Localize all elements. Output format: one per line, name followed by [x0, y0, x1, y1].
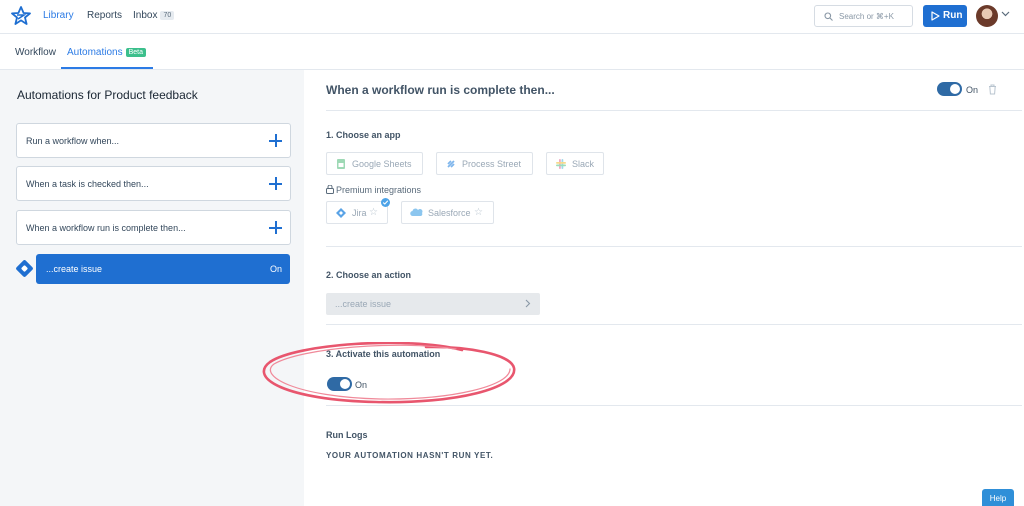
star-icon[interactable]: ☆ [474, 208, 483, 218]
trigger-card-label: Run a workflow when... [26, 136, 120, 146]
selected-automation-create-issue[interactable]: ...create issue On [36, 254, 290, 284]
tab-automations-label: Automations [67, 47, 123, 58]
nav-reports[interactable]: Reports [87, 10, 122, 21]
inbox-count-badge: 70 [160, 11, 175, 20]
trigger-card-label: When a workflow run is complete then... [26, 223, 186, 233]
app-label: Process Street [462, 159, 522, 169]
run-button-label: Run [943, 10, 963, 21]
tab-automations[interactable]: Automations Beta [67, 47, 146, 58]
trigger-card-label: When a task is checked then... [26, 179, 149, 189]
jira-icon [15, 259, 34, 278]
divider [326, 246, 1022, 247]
action-select[interactable]: ...create issue [326, 293, 540, 315]
step-2-heading: 2. Choose an action [326, 270, 412, 280]
automation-toggle-label: On [966, 85, 979, 95]
automation-detail: When a workflow run is complete then... … [262, 70, 1024, 506]
automations-sidebar: Automations for Product feedback Run a w… [0, 70, 304, 506]
process-street-logo-icon[interactable] [11, 6, 31, 26]
selected-automation-label: ...create issue [46, 264, 103, 274]
app-label: Salesforce [428, 208, 471, 218]
app-jira[interactable]: Jira ☆ [326, 201, 388, 224]
app-label: Google Sheets [352, 159, 412, 169]
divider [326, 324, 1022, 325]
selected-automation-state: On [269, 264, 282, 274]
premium-integrations-label: Premium integrations [326, 184, 422, 195]
user-avatar[interactable] [976, 5, 998, 27]
trash-icon[interactable] [988, 84, 997, 95]
check-icon [381, 198, 390, 207]
slack-icon [556, 159, 566, 169]
trigger-card-task-checked[interactable]: When a task is checked then... [16, 166, 291, 201]
plus-icon[interactable] [269, 177, 282, 190]
app-google-sheets[interactable]: Google Sheets [326, 152, 423, 175]
search-input[interactable]: Search or ⌘+K [814, 5, 913, 27]
trigger-card-run-complete[interactable]: When a workflow run is complete then... [16, 210, 291, 245]
premium-integrations-text: Premium integrations [336, 185, 422, 195]
lock-icon [326, 184, 334, 194]
trigger-card-run-workflow[interactable]: Run a workflow when... [16, 123, 291, 158]
salesforce-icon [410, 208, 423, 217]
automation-toggle[interactable] [937, 82, 962, 96]
active-tab-indicator [61, 67, 153, 69]
plus-icon[interactable] [269, 134, 282, 147]
top-navbar: Library Reports Inbox 70 Search or ⌘+K Ru… [0, 0, 1024, 34]
action-select-value: ...create issue [335, 299, 392, 309]
nav-library[interactable]: Library [43, 10, 74, 21]
search-icon [824, 12, 833, 21]
beta-badge: Beta [125, 48, 146, 57]
plus-icon[interactable] [269, 221, 282, 234]
star-icon[interactable]: ☆ [369, 208, 378, 218]
run-button[interactable]: Run [923, 5, 967, 27]
step-1-heading: 1. Choose an app [326, 130, 401, 140]
app-slack[interactable]: Slack [546, 152, 604, 175]
google-sheets-icon [337, 159, 345, 169]
detail-title: When a workflow run is complete then... [326, 83, 555, 97]
nav-inbox-label: Inbox [133, 10, 158, 21]
play-icon [931, 11, 940, 21]
chevron-right-icon [525, 299, 531, 308]
divider [326, 110, 1022, 111]
annotation-ellipse [262, 342, 516, 404]
app-salesforce[interactable]: Salesforce ☆ [401, 201, 494, 224]
divider [326, 405, 1022, 406]
process-street-icon [447, 160, 455, 168]
run-logs-heading: Run Logs [326, 430, 368, 440]
search-placeholder: Search or ⌘+K [839, 12, 894, 21]
run-logs-empty-message: YOUR AUTOMATION HASN'T RUN YET. [326, 451, 494, 460]
jira-icon [336, 208, 346, 218]
tab-bar: Workflow Automations Beta [0, 34, 1024, 70]
app-label: Jira [352, 208, 367, 218]
help-button[interactable]: Help [982, 489, 1014, 506]
app-process-street[interactable]: Process Street [436, 152, 533, 175]
app-label: Slack [572, 159, 595, 169]
tab-workflow[interactable]: Workflow [15, 47, 56, 58]
nav-inbox[interactable]: Inbox 70 [133, 10, 175, 21]
sidebar-title: Automations for Product feedback [17, 88, 198, 102]
chevron-down-icon[interactable] [1001, 11, 1010, 17]
